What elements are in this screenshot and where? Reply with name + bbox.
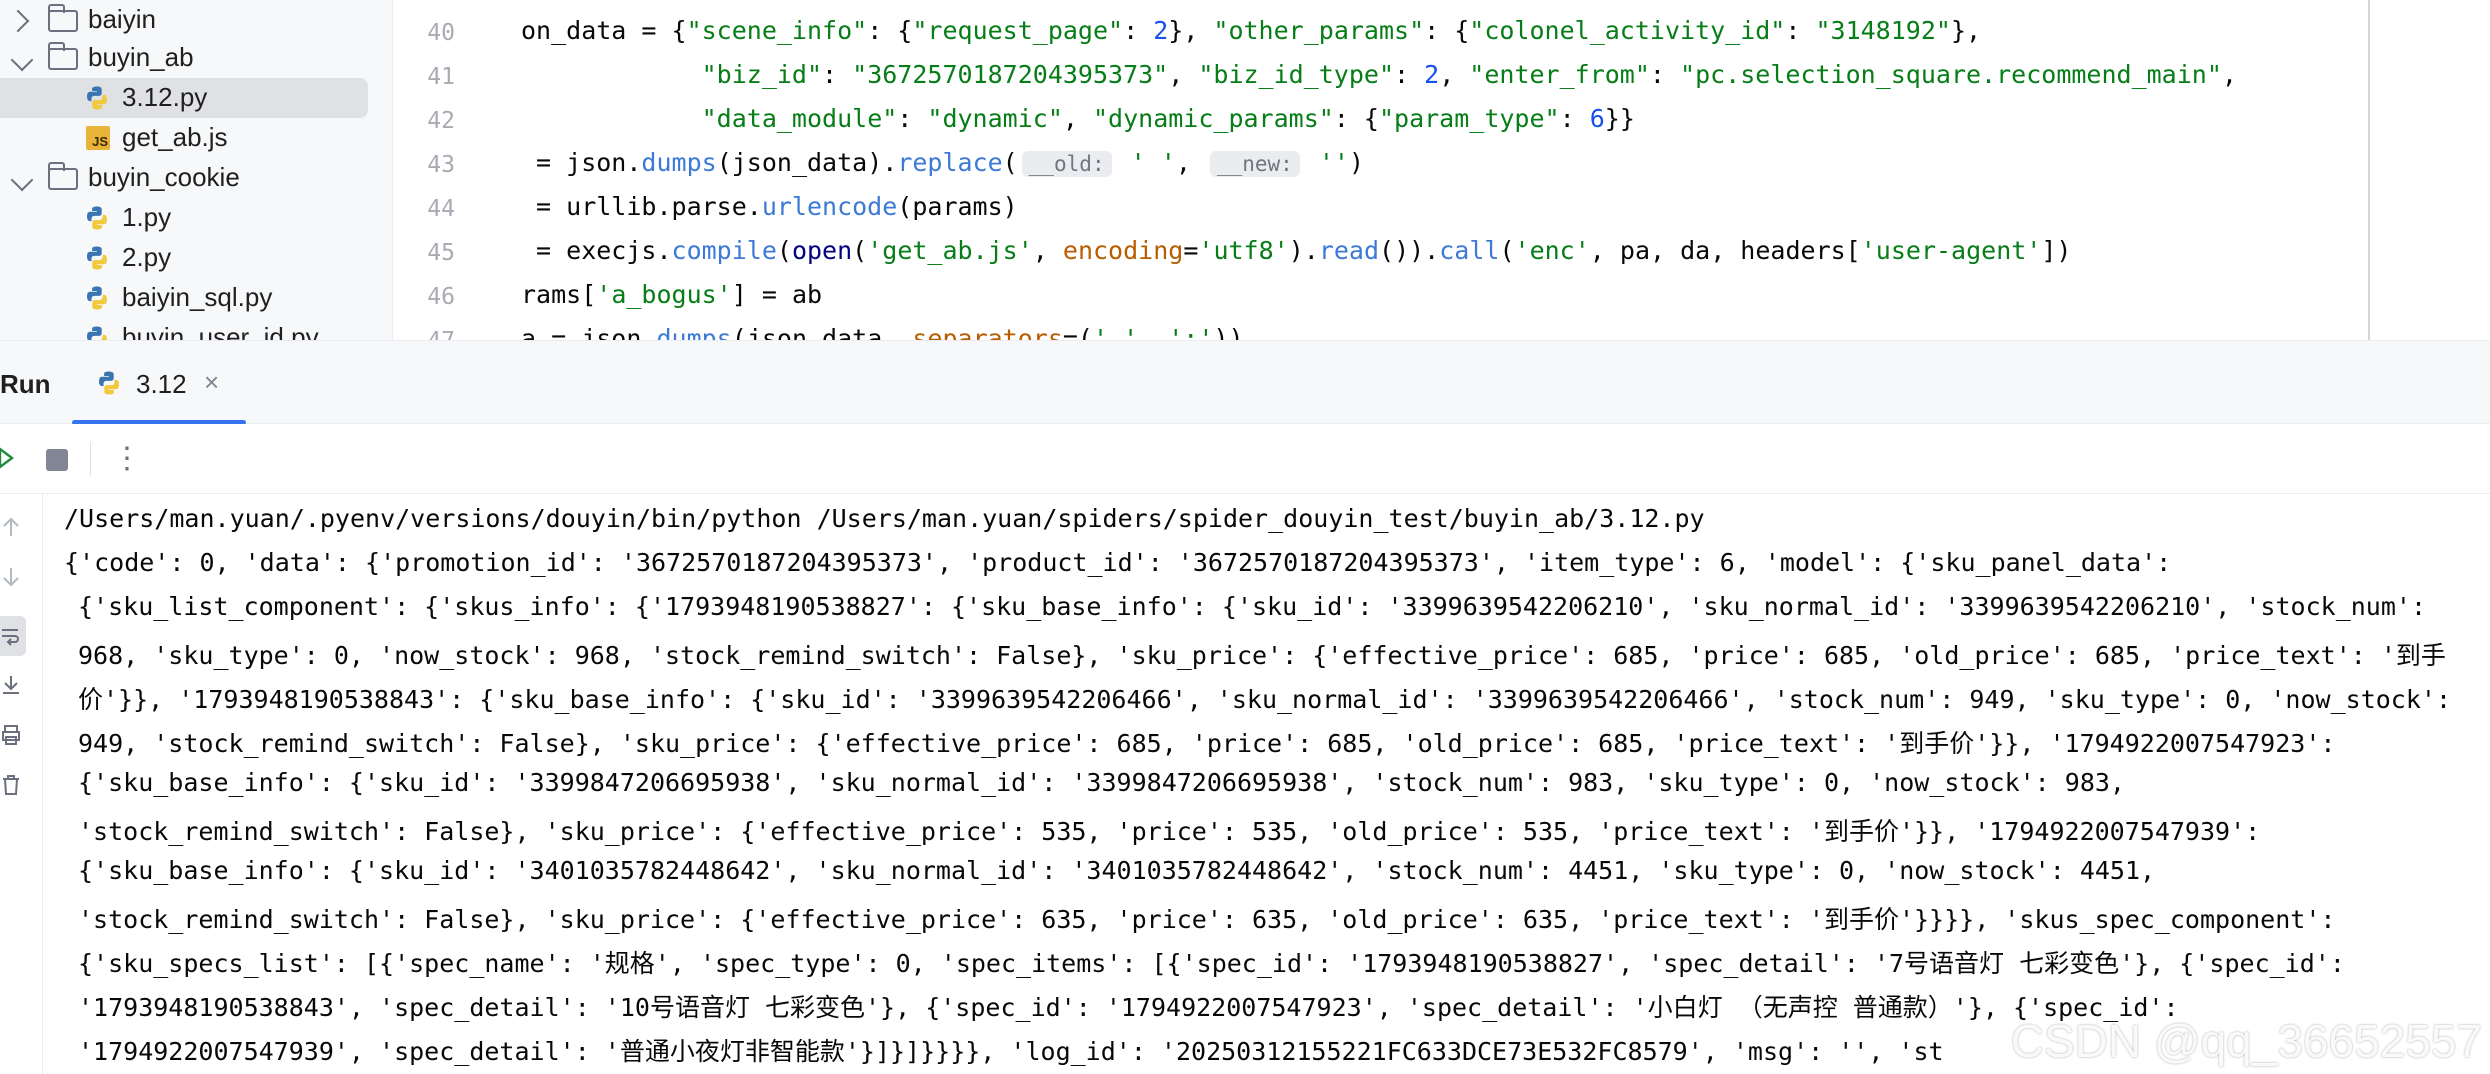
line-number: 46 bbox=[427, 284, 455, 310]
line-number: 44 bbox=[427, 196, 455, 222]
tree-item-get-ab-js[interactable]: JS get_ab.js bbox=[0, 118, 392, 158]
python-file-icon bbox=[87, 326, 107, 340]
tree-item-baiyin-sql-py[interactable]: baiyin_sql.py bbox=[0, 278, 392, 318]
tree-item-label: 2.py bbox=[122, 242, 172, 272]
console-line: {'sku_base_info': {'sku_id': '3399847206… bbox=[78, 768, 2125, 797]
line-number: 41 bbox=[427, 64, 455, 90]
console-line: 949, 'stock_remind_switch': False}, 'sku… bbox=[78, 729, 2336, 758]
parameter-hint: __old: bbox=[1021, 151, 1112, 177]
folder-icon bbox=[47, 42, 78, 70]
chevron-down-icon[interactable] bbox=[10, 48, 34, 72]
console-line: '1794922007547939', 'spec_detail': '普通小夜… bbox=[78, 1037, 1944, 1066]
console-line: '1793948190538843', 'spec_detail': '10号语… bbox=[78, 993, 2179, 1022]
code-line[interactable]: = execjs.compile(open('get_ab.js', encod… bbox=[521, 236, 2071, 265]
tree-item-label: buyin_cookie bbox=[88, 162, 240, 192]
watermark: CSDN @qq_36652557 bbox=[2010, 1015, 2482, 1067]
console-side-toolbar bbox=[0, 494, 43, 1074]
arrow-up-icon[interactable] bbox=[0, 516, 22, 538]
tree-item-buyin-ab[interactable]: buyin_ab bbox=[0, 38, 392, 78]
console-line: {'code': 0, 'data': {'promotion_id': '36… bbox=[64, 548, 2172, 577]
run-tool-window-title: Run bbox=[0, 369, 51, 399]
close-icon[interactable]: × bbox=[204, 367, 219, 398]
tree-item-label: 3.12.py bbox=[122, 82, 208, 112]
line-number: 45 bbox=[427, 240, 455, 266]
tab-label: 3.12 bbox=[136, 369, 187, 399]
tree-item-buyin-user-id-py[interactable]: buyin_user_id.py bbox=[0, 318, 392, 340]
javascript-file-icon: JS bbox=[86, 126, 110, 150]
parameter-hint: __new: bbox=[1209, 151, 1300, 177]
console-line: /Users/man.yuan/.pyenv/versions/douyin/b… bbox=[64, 504, 1705, 533]
tree-item-label: baiyin bbox=[88, 4, 156, 34]
tree-item-label: 1.py bbox=[122, 202, 172, 232]
code-line[interactable]: a = json.dumps(json_data, separators=(',… bbox=[521, 324, 1244, 340]
code-line[interactable]: on_data = {"scene_info": {"request_page"… bbox=[521, 16, 1981, 45]
python-file-icon bbox=[87, 246, 107, 270]
code-line[interactable]: rams['a_bogus'] = ab bbox=[521, 280, 822, 309]
tree-item-1-py[interactable]: 1.py bbox=[0, 198, 392, 238]
run-tool-window-header: Run 3.12 × bbox=[0, 340, 2490, 425]
tree-item-buyin-cookie[interactable]: buyin_cookie bbox=[0, 158, 392, 198]
python-file-icon bbox=[87, 286, 107, 310]
code-line[interactable]: "biz_id": "3672570187204395373", "biz_id… bbox=[521, 60, 2237, 89]
console-line: 968, 'sku_type': 0, 'now_stock': 968, 's… bbox=[78, 641, 2446, 670]
console-line: {'sku_base_info': {'sku_id': '3401035782… bbox=[78, 856, 2156, 885]
print-icon[interactable] bbox=[0, 724, 22, 746]
trash-icon[interactable] bbox=[0, 774, 22, 796]
python-file-icon bbox=[99, 371, 119, 395]
code-line[interactable]: "data_module": "dynamic", "dynamic_param… bbox=[521, 104, 1635, 133]
rerun-icon[interactable] bbox=[0, 446, 18, 470]
scroll-to-end-icon[interactable] bbox=[0, 674, 22, 696]
line-number: 47 bbox=[393, 328, 455, 340]
toolbar-divider bbox=[90, 442, 91, 476]
python-file-icon bbox=[87, 86, 107, 110]
tree-item-label: buyin_ab bbox=[88, 42, 194, 72]
tree-item-3-12-py[interactable]: 3.12.py bbox=[0, 78, 368, 118]
tree-item-label: get_ab.js bbox=[122, 122, 228, 152]
tab-run-3-12[interactable]: 3.12 × bbox=[72, 341, 246, 425]
console-line: {'sku_specs_list': [{'spec_name': '规格', … bbox=[78, 949, 2345, 978]
arrow-down-icon[interactable] bbox=[0, 566, 22, 588]
tree-item-label: buyin_user_id.py bbox=[122, 322, 319, 340]
code-line[interactable]: = json.dumps(json_data).replace(__old: '… bbox=[521, 148, 1364, 177]
code-line[interactable]: = urllib.parse.urlencode(params) bbox=[521, 192, 1018, 221]
python-file-icon bbox=[87, 206, 107, 230]
folder-icon bbox=[47, 4, 78, 32]
stop-icon[interactable] bbox=[46, 449, 68, 471]
line-number: 40 bbox=[427, 20, 455, 46]
code-editor[interactable]: 40 41 42 43 44 45 46 47 on_data = {"scen… bbox=[393, 0, 2490, 340]
folder-icon bbox=[47, 162, 78, 190]
more-options-icon[interactable]: ⋮ bbox=[112, 444, 142, 474]
run-console-output[interactable]: /Users/man.yuan/.pyenv/versions/douyin/b… bbox=[64, 494, 2490, 1074]
console-line: {'sku_list_component': {'skus_info': {'1… bbox=[78, 592, 2426, 621]
editor-scrollbar[interactable] bbox=[2368, 0, 2370, 340]
console-line: 'stock_remind_switch': False}, 'sku_pric… bbox=[78, 905, 2336, 934]
tree-item-label: baiyin_sql.py bbox=[122, 282, 273, 312]
tree-item-baiyin[interactable]: baiyin bbox=[0, 0, 392, 40]
soft-wrap-toggle[interactable] bbox=[0, 616, 26, 656]
chevron-down-icon[interactable] bbox=[10, 168, 34, 192]
tree-item-2-py[interactable]: 2.py bbox=[0, 238, 392, 278]
console-line: 'stock_remind_switch': False}, 'sku_pric… bbox=[78, 817, 2261, 846]
console-line: 价'}}, '1793948190538843': {'sku_base_inf… bbox=[78, 685, 2451, 714]
line-number: 42 bbox=[427, 108, 455, 134]
project-tree: baiyin buyin_ab 3.12.py JS get_ab.js buy… bbox=[0, 0, 393, 340]
run-toolbar: ⋮ bbox=[0, 424, 2490, 494]
line-number: 43 bbox=[427, 152, 455, 178]
soft-wrap-icon bbox=[2, 629, 19, 646]
chevron-right-icon[interactable] bbox=[6, 9, 30, 33]
